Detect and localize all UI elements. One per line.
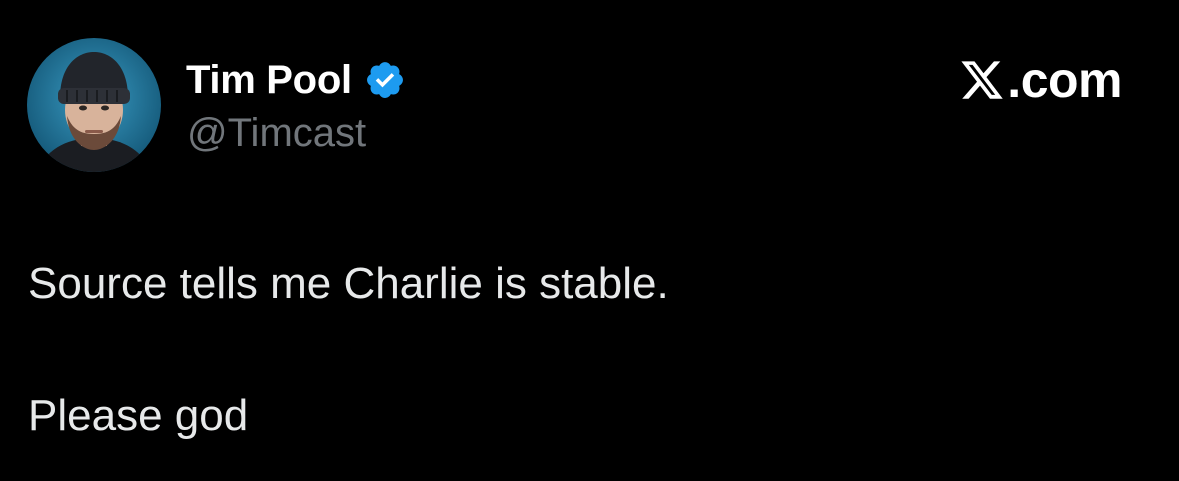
author-display-name[interactable]: Tim Pool xyxy=(186,56,352,104)
avatar-image xyxy=(27,38,161,172)
brand-watermark: .com xyxy=(959,52,1122,108)
author-name-row: Tim Pool xyxy=(186,56,406,104)
profile-avatar[interactable] xyxy=(27,38,161,172)
tweet-line: Source tells me Charlie is stable. xyxy=(28,259,669,308)
tweet-card: Tim Pool @Timcast .com Source tells me C… xyxy=(0,0,1179,481)
tweet-line: Please god xyxy=(28,391,249,440)
x-logo-icon xyxy=(959,57,1005,103)
brand-label: .com xyxy=(1007,52,1122,108)
tweet-body: Source tells me Charlie is stable. Pleas… xyxy=(28,252,1128,448)
verified-badge-icon[interactable] xyxy=(364,59,406,101)
author-handle[interactable]: @Timcast xyxy=(187,109,366,157)
